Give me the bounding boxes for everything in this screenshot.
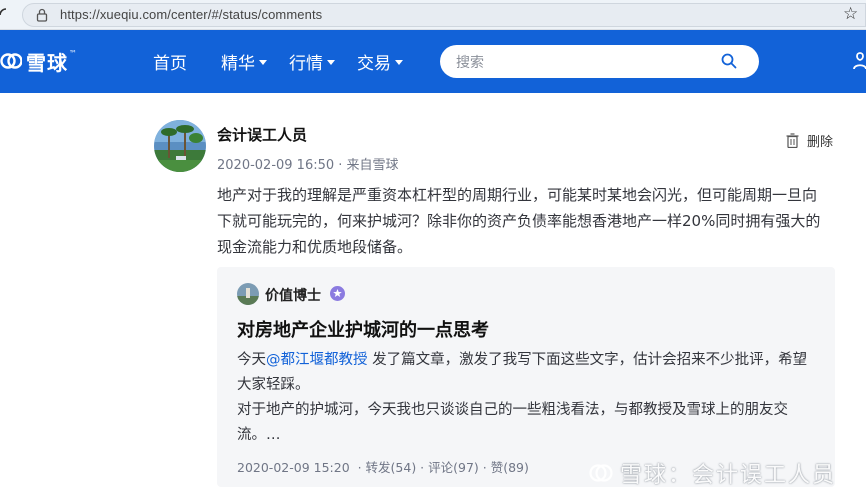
- post-author[interactable]: 会计误工人员: [217, 124, 307, 145]
- chevron-down-icon: [327, 60, 335, 65]
- post-time[interactable]: 2020-02-09 16:50: [217, 158, 334, 173]
- delete-button[interactable]: 删除: [786, 131, 833, 150]
- excerpt-prefix: 今天: [237, 352, 266, 368]
- xueqiu-logo-icon: [0, 53, 22, 69]
- search-icon[interactable]: [721, 53, 737, 69]
- nav-featured[interactable]: 精华: [221, 49, 267, 74]
- quoted-time: 2020-02-09 15:20: [237, 460, 350, 475]
- quoted-author[interactable]: 价值博士: [265, 285, 321, 305]
- quoted-author-avatar[interactable]: [237, 283, 259, 305]
- nav-home[interactable]: 首页: [153, 49, 187, 74]
- post-source: · 来自雪球: [338, 158, 399, 173]
- author-avatar[interactable]: [154, 120, 206, 172]
- quoted-title[interactable]: 对房地产企业护城河的一点思考: [237, 316, 489, 342]
- user-menu-icon[interactable]: [853, 51, 866, 71]
- post-meta: 2020-02-09 16:50 · 来自雪球: [217, 154, 399, 173]
- nav-trade[interactable]: 交易: [357, 49, 403, 74]
- url-text[interactable]: https://xueqiu.com/center/#/status/comme…: [60, 7, 322, 22]
- chevron-down-icon: [259, 60, 267, 65]
- search-input[interactable]: [456, 51, 706, 72]
- delete-label: 删除: [807, 135, 834, 150]
- search-box: [440, 45, 759, 78]
- verified-badge-icon: [330, 286, 345, 301]
- nav-market-label: 行情: [289, 54, 323, 74]
- nav-featured-label: 精华: [221, 54, 255, 74]
- nav-home-label: 首页: [153, 54, 187, 74]
- logo-trademark: ™: [69, 48, 77, 58]
- nav-market[interactable]: 行情: [289, 49, 335, 74]
- post-body: 地产对于我的理解是严重资本杠杆型的周期行业，可能某时某地会闪光，但可能周期一旦向…: [217, 186, 821, 256]
- excerpt-line2: 对于地产的护城河，今天我也只谈谈自己的一些粗浅看法，与都教授及雪球上的朋友交流。…: [237, 402, 788, 443]
- chevron-down-icon: [395, 60, 403, 65]
- mention-link[interactable]: @都江堰都教授: [266, 352, 368, 368]
- logo-text: 雪球: [26, 50, 68, 75]
- trash-icon: [786, 133, 799, 148]
- site-logo[interactable]: 雪球 ™: [0, 47, 77, 75]
- xueqiu-watermark-icon: [589, 464, 613, 482]
- author-photo: [237, 283, 259, 305]
- quoted-excerpt: 今天@都江堰都教授 发了篇文章，激发了我写下面这些文字，估计会招来不少批评，希望…: [237, 348, 819, 448]
- nav-trade-label: 交易: [357, 54, 391, 74]
- quoted-stats: 2020-02-09 15:20 · 转发(54) · 评论(97) · 赞(8…: [237, 457, 529, 476]
- browser-address-bar: https://xueqiu.com/center/#/status/comme…: [0, 0, 866, 30]
- bookmark-star-icon[interactable]: ☆: [843, 5, 858, 23]
- refresh-icon[interactable]: [0, 6, 8, 22]
- watermark: 雪球：会计误工人员: [588, 457, 836, 489]
- quoted-counts[interactable]: · 转发(54) · 评论(97) · 赞(89): [358, 460, 529, 475]
- palm-tree-photo: [154, 120, 206, 172]
- watermark-text: 雪球：会计误工人员: [620, 463, 837, 488]
- lock-icon[interactable]: [36, 8, 48, 22]
